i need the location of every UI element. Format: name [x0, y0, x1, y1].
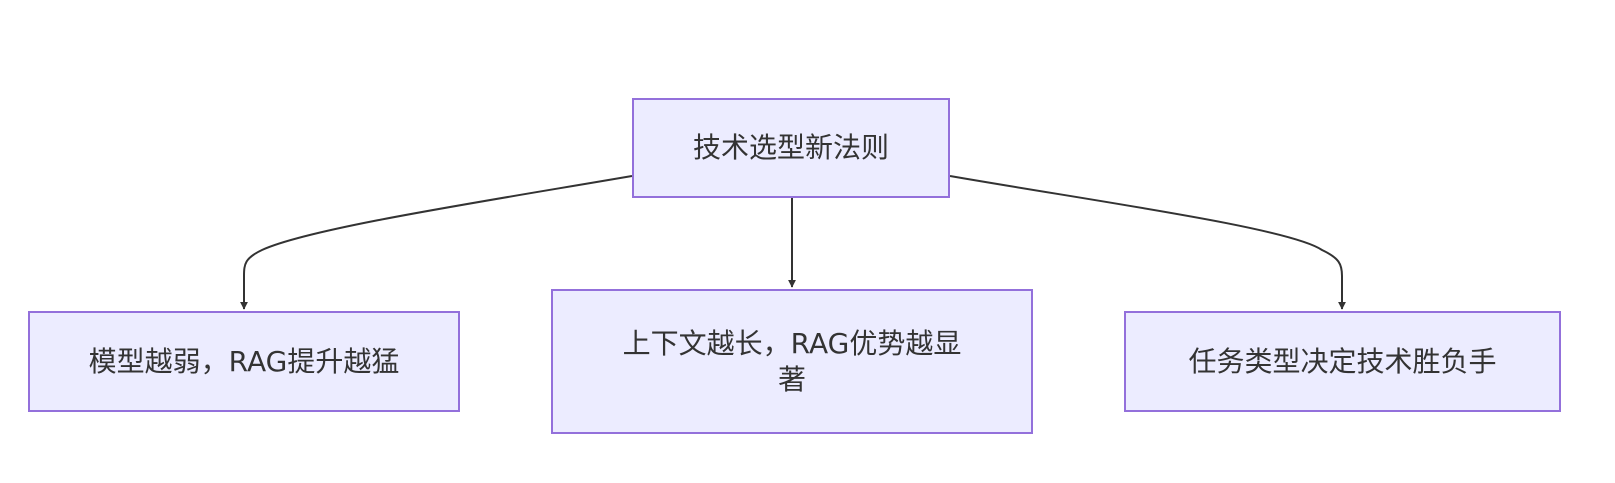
root-node-label: 技术选型新法则 [692, 131, 889, 164]
child-node-task-type: 任务类型决定技术胜负手 [1124, 311, 1561, 412]
child-node-long-context-text: 上下文越长，RAG优势越显 著 [623, 326, 962, 398]
root-node: 技术选型新法则 [632, 98, 950, 198]
child-node-long-context: 上下文越长，RAG优势越显 著 [551, 289, 1033, 434]
child-node-long-context-line2: 著 [777, 362, 806, 396]
child-node-long-context-line1: 上下文越长，RAG优势越显 [622, 326, 962, 360]
child-node-weak-model-label: 模型越弱，RAG提升越猛 [88, 344, 400, 378]
child-node-weak-model: 模型越弱，RAG提升越猛 [28, 311, 460, 412]
child-node-task-type-label: 任务类型决定技术胜负手 [1188, 344, 1497, 378]
